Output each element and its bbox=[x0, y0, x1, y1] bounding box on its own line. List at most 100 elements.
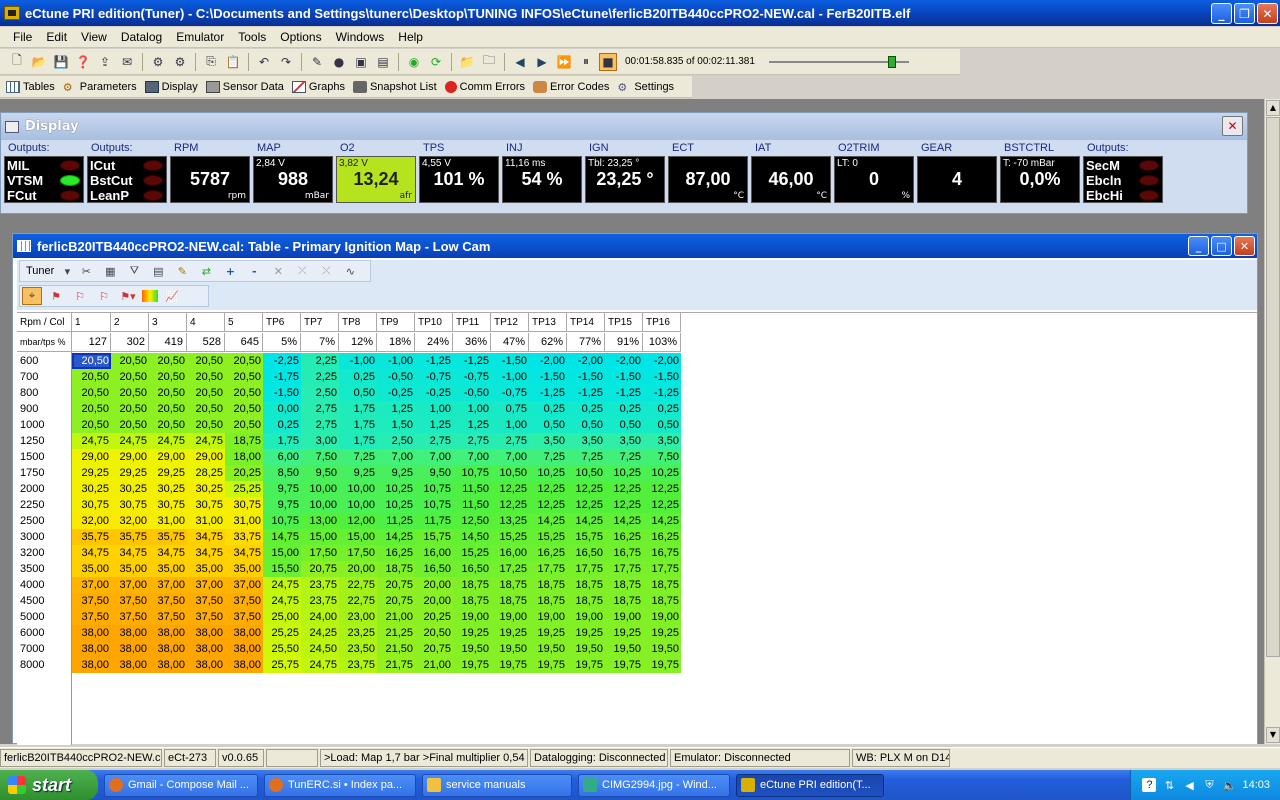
table-cell[interactable]: -0,75 bbox=[415, 369, 453, 385]
table-cell[interactable]: 19,75 bbox=[491, 657, 529, 673]
table-cell[interactable]: 23,25 bbox=[339, 625, 377, 641]
column-value[interactable]: 127 bbox=[72, 333, 111, 352]
menu-windows[interactable]: Windows bbox=[329, 30, 392, 44]
table-cell[interactable]: 15,50 bbox=[263, 561, 301, 577]
table-cell[interactable]: 17,25 bbox=[491, 561, 529, 577]
column-value[interactable]: 24% bbox=[415, 333, 453, 352]
copy-icon[interactable]: ⎘ bbox=[202, 53, 220, 71]
column-value[interactable]: 7% bbox=[301, 333, 339, 352]
table-cell[interactable]: 37,50 bbox=[187, 593, 225, 609]
table-cell[interactable]: 2,75 bbox=[301, 417, 339, 433]
table-cell[interactable]: 38,00 bbox=[187, 641, 225, 657]
table-cell[interactable]: 18,75 bbox=[453, 577, 491, 593]
table-cell[interactable]: 25,50 bbox=[263, 641, 301, 657]
table-cell[interactable]: 38,00 bbox=[225, 625, 263, 641]
save-as-icon[interactable]: ❓ bbox=[74, 53, 92, 71]
task-image-viewer[interactable]: CIMG2994.jpg - Wind... bbox=[578, 773, 730, 797]
table-cell[interactable]: 15,75 bbox=[567, 529, 605, 545]
table-cell[interactable]: 0,00 bbox=[263, 401, 301, 417]
table-cell[interactable]: 15,25 bbox=[529, 529, 567, 545]
table-cell[interactable]: 25,25 bbox=[225, 481, 263, 497]
table-cell[interactable]: 12,25 bbox=[491, 497, 529, 513]
table-cell[interactable]: 17,75 bbox=[643, 561, 681, 577]
table-cell[interactable]: 30,25 bbox=[187, 481, 225, 497]
disk-icon[interactable]: ▣ bbox=[352, 53, 370, 71]
table-cell[interactable]: 19,50 bbox=[567, 641, 605, 657]
table-cell[interactable]: 12,50 bbox=[453, 513, 491, 529]
table-cell[interactable]: 24,00 bbox=[301, 609, 339, 625]
row-header[interactable]: 2500 bbox=[17, 513, 72, 529]
table-cell[interactable]: 2,75 bbox=[301, 401, 339, 417]
table-cell[interactable]: 20,75 bbox=[377, 577, 415, 593]
table-cell[interactable]: 23,75 bbox=[301, 593, 339, 609]
column-header[interactable]: 5 bbox=[225, 313, 263, 332]
tuner-dropdown[interactable]: Tuner bbox=[20, 265, 60, 277]
table-cell[interactable]: 32,00 bbox=[72, 513, 111, 529]
table-cell[interactable]: 30,75 bbox=[72, 497, 111, 513]
column-value[interactable]: 103% bbox=[643, 333, 681, 352]
table-cell[interactable]: 18,75 bbox=[225, 433, 263, 449]
table-cell[interactable]: 10,25 bbox=[377, 481, 415, 497]
menu-tools[interactable]: Tools bbox=[231, 30, 273, 44]
menu-datalog[interactable]: Datalog bbox=[114, 30, 169, 44]
table-cell[interactable]: 35,00 bbox=[111, 561, 149, 577]
table-cell[interactable]: 25,75 bbox=[263, 657, 301, 673]
table-cell[interactable]: 12,25 bbox=[529, 481, 567, 497]
table-cell[interactable]: 20,25 bbox=[415, 609, 453, 625]
table-cell[interactable]: 3,50 bbox=[643, 433, 681, 449]
fast-forward-icon[interactable]: ⏩ bbox=[555, 53, 573, 71]
tables-button[interactable]: Tables bbox=[6, 80, 55, 93]
gear-icon[interactable]: ⚙ bbox=[149, 53, 167, 71]
task-gmail[interactable]: Gmail - Compose Mail ... bbox=[104, 773, 258, 797]
table-cell[interactable]: 1,25 bbox=[415, 417, 453, 433]
table-cell[interactable]: 19,50 bbox=[643, 641, 681, 657]
table-cell[interactable]: 20,50 bbox=[149, 353, 187, 369]
column-header[interactable]: 3 bbox=[149, 313, 187, 332]
table-cell[interactable]: 10,25 bbox=[377, 497, 415, 513]
table-cell[interactable]: -2,00 bbox=[643, 353, 681, 369]
table-cell[interactable]: 19,75 bbox=[453, 657, 491, 673]
table-cell[interactable]: 18,75 bbox=[377, 561, 415, 577]
task-ectune[interactable]: eCtune PRI edition(T... bbox=[736, 773, 884, 797]
table-cell[interactable]: 0,50 bbox=[643, 417, 681, 433]
table-cell[interactable]: -0,50 bbox=[377, 369, 415, 385]
scroll-down-icon[interactable]: ▼ bbox=[1266, 727, 1280, 743]
table-cell[interactable]: -1,00 bbox=[339, 353, 377, 369]
table-cell[interactable]: 38,00 bbox=[72, 641, 111, 657]
table-cell[interactable]: 19,25 bbox=[643, 625, 681, 641]
table-cell[interactable]: 19,50 bbox=[605, 641, 643, 657]
table-cell[interactable]: 17,75 bbox=[605, 561, 643, 577]
table-cell[interactable]: 30,25 bbox=[149, 481, 187, 497]
error-codes-button[interactable]: Error Codes bbox=[533, 80, 609, 93]
table-cell[interactable]: 10,50 bbox=[491, 465, 529, 481]
table-cell[interactable]: 38,00 bbox=[149, 625, 187, 641]
table-cell[interactable]: 21,25 bbox=[377, 625, 415, 641]
folder-icon[interactable]: 📁 bbox=[458, 53, 476, 71]
table-cell[interactable]: 16,25 bbox=[605, 529, 643, 545]
table-cell[interactable]: 2,50 bbox=[301, 385, 339, 401]
table-cell[interactable]: -2,00 bbox=[529, 353, 567, 369]
table-cell[interactable]: -1,50 bbox=[263, 385, 301, 401]
table-cell[interactable]: 14,25 bbox=[529, 513, 567, 529]
table-cell[interactable]: 24,25 bbox=[301, 625, 339, 641]
table-cell[interactable]: 37,00 bbox=[187, 577, 225, 593]
interpolate-v-icon[interactable]: ⤬ bbox=[316, 262, 336, 280]
table-cell[interactable]: 7,25 bbox=[567, 449, 605, 465]
playback-slider[interactable] bbox=[768, 55, 909, 69]
pause-icon[interactable]: ⏸ bbox=[577, 53, 595, 71]
table-cell[interactable]: 0,50 bbox=[339, 385, 377, 401]
sensor-data-button[interactable]: Sensor Data bbox=[205, 80, 284, 93]
table-cell[interactable]: 24,50 bbox=[301, 641, 339, 657]
table-cell[interactable]: 38,00 bbox=[111, 641, 149, 657]
table-cell[interactable]: 0,25 bbox=[263, 417, 301, 433]
display-close-button[interactable]: ✕ bbox=[1222, 116, 1243, 136]
table-cell[interactable]: 20,50 bbox=[187, 385, 225, 401]
table-cell[interactable]: 10,75 bbox=[263, 513, 301, 529]
table-cell[interactable]: 34,75 bbox=[149, 545, 187, 561]
table-cell[interactable]: 15,00 bbox=[301, 529, 339, 545]
slider-thumb[interactable] bbox=[887, 55, 896, 68]
table-cell[interactable]: 16,75 bbox=[643, 545, 681, 561]
table-cell[interactable]: 21,00 bbox=[377, 609, 415, 625]
table-cell[interactable]: 37,50 bbox=[72, 593, 111, 609]
table-cell[interactable]: 37,50 bbox=[225, 609, 263, 625]
